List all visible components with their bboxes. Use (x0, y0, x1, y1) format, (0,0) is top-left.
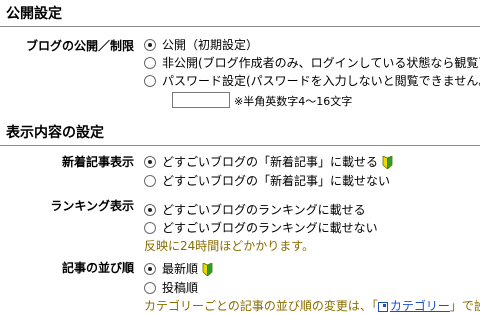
beginner-mark-icon (382, 155, 393, 169)
beginner-mark-icon (202, 262, 213, 276)
radio-label: パスワード設定(パスワードを入力しないと閲覧できません。 (162, 74, 480, 88)
category-link[interactable]: カテゴリー (390, 299, 450, 313)
section-title-display: 表示内容の設定 (6, 125, 104, 141)
radio-button[interactable] (144, 222, 156, 234)
blog-visibility-label: ブログの公開／制限 (25, 39, 134, 53)
password-input[interactable] (172, 92, 230, 108)
radio-button[interactable] (144, 175, 156, 187)
radio-button[interactable] (144, 57, 156, 69)
radio-button[interactable] (144, 263, 156, 275)
radio-label: 投稿順 (162, 281, 199, 295)
radio-label: 最新順 (162, 262, 199, 276)
radio-button[interactable] (144, 75, 156, 87)
radio-button[interactable] (144, 204, 156, 216)
radio-label: 公開（初期設定） (162, 38, 259, 52)
external-link-icon (377, 301, 388, 312)
ranking-label: ランキング表示 (50, 199, 134, 213)
radio-option-ranking-hide[interactable]: どすごいブログのランキングに載せない (144, 220, 378, 236)
password-hint: ※半角英数字4～16文字 (234, 95, 353, 108)
radio-button[interactable] (144, 282, 156, 294)
radio-label: 非公開(ブログ作成者のみ、ログインしている状態なら観覧可 (162, 56, 480, 70)
radio-option-new-articles-hide[interactable]: どすごいブログの「新着記事」に載せない (144, 173, 390, 189)
radio-label: どすごいブログの「新着記事」に載せる (162, 155, 379, 169)
radio-button[interactable] (144, 39, 156, 51)
radio-label: どすごいブログのランキングに載せない (162, 221, 378, 235)
section-divider-public (0, 26, 480, 27)
article-order-label: 記事の並び順 (61, 261, 134, 275)
article-order-note: カテゴリーごとの記事の並び順の変更は、「カテゴリー」で設定 (144, 297, 480, 314)
radio-option-ranking-show[interactable]: どすごいブログのランキングに載せる (144, 202, 366, 218)
radio-option-order-newest[interactable]: 最新順 (144, 261, 213, 277)
radio-label: どすごいブログのランキングに載せる (162, 203, 366, 217)
radio-option-new-articles-show[interactable]: どすごいブログの「新着記事」に載せる (144, 154, 393, 170)
section-title-public: 公開設定 (6, 6, 62, 22)
radio-label: どすごいブログの「新着記事」に載せない (162, 174, 391, 188)
note-text-after: 」で設定 (449, 299, 480, 313)
radio-option-public[interactable]: 公開（初期設定） (144, 37, 258, 53)
ranking-note: 反映に24時間ほどかかります。 (144, 239, 315, 253)
radio-option-password[interactable]: パスワード設定(パスワードを入力しないと閲覧できません。 (144, 73, 480, 89)
section-divider-display (0, 145, 480, 146)
radio-button[interactable] (144, 156, 156, 168)
radio-option-order-posted[interactable]: 投稿順 (144, 280, 198, 296)
radio-option-private[interactable]: 非公開(ブログ作成者のみ、ログインしている状態なら観覧可 (144, 55, 480, 71)
note-text-before: カテゴリーごとの記事の並び順の変更は、「 (144, 299, 378, 313)
new-articles-label: 新着記事表示 (61, 155, 134, 169)
